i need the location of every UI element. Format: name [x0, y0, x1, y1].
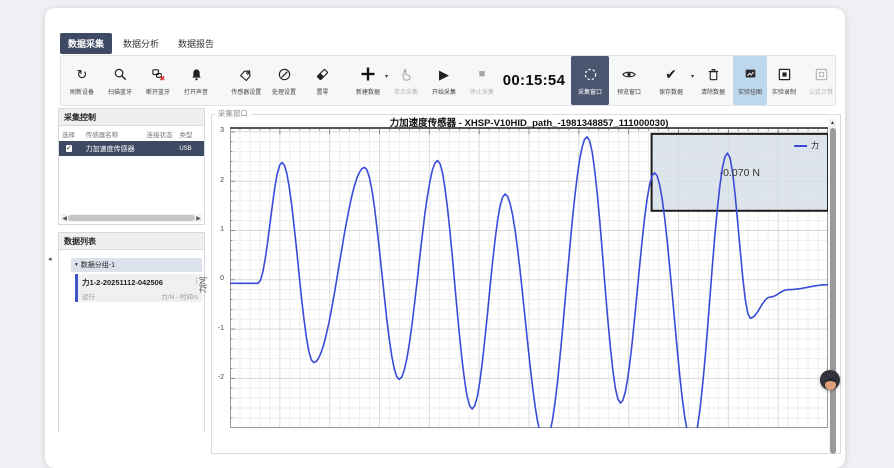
y-tick-label: -2	[218, 374, 224, 381]
data-group-label: 数据分组-1	[81, 260, 115, 270]
tab-data-report[interactable]: 数据报告	[170, 33, 222, 54]
chart-vertical-scrollbar[interactable]: ▲	[829, 119, 836, 454]
data-list-panel: 数据列表 ▾ 数据分组-1 力1-2-20251112-042506 ⋮ 运行 …	[58, 232, 205, 432]
chart-plot-area[interactable]: -0.070 N 力	[230, 127, 828, 428]
eraser-icon	[315, 66, 330, 83]
scroll-right-icon[interactable]: ▶	[195, 215, 202, 222]
bluetooth-disconnect-icon	[151, 66, 166, 83]
sound-button[interactable]: 打开声音	[177, 57, 215, 104]
single-point-button[interactable]: 单点采集	[387, 57, 425, 104]
picture-flag-icon	[743, 66, 758, 83]
col-sensor-name: 传感器名称	[86, 129, 140, 139]
toolbar: ↻ 刷新设备 扫描蓝牙 断开蓝牙 打开声音 传感器设置	[60, 55, 836, 106]
y-tick-label: 0	[220, 275, 224, 282]
dashed-circle-icon	[583, 66, 598, 83]
experiment-record-button[interactable]: 实验录制	[767, 57, 801, 104]
save-data-button[interactable]: ✔ ▾ 保存数据	[649, 57, 693, 104]
formula-window-icon	[814, 66, 829, 83]
check-icon: ✔	[665, 66, 677, 83]
y-axis-tick-labels: 3 2 1 0 -1 -2	[211, 127, 227, 428]
new-data-button[interactable]: ▾ 新建数据	[349, 57, 387, 104]
data-list-title: 数据列表	[59, 233, 204, 250]
start-collection-button[interactable]: ▶ 开始采集	[425, 57, 463, 104]
play-icon: ▶	[439, 66, 449, 83]
assistant-avatar-button[interactable]	[820, 370, 840, 390]
app-window: 数据采集 数据分析 数据报告 ↻ 刷新设备 扫描蓝牙 断开蓝牙 打开声音	[45, 8, 845, 468]
annotation-value-text: -0.070 N	[720, 167, 760, 179]
tab-data-collection[interactable]: 数据采集	[60, 33, 112, 54]
scan-bluetooth-button[interactable]: 扫描蓝牙	[101, 57, 139, 104]
legend-series-label: 力	[811, 140, 819, 151]
sensor-checkbox[interactable]: ✓	[66, 145, 72, 152]
record-window-icon	[777, 66, 792, 83]
process-settings-button[interactable]: 处理设置	[265, 57, 303, 104]
y-tick-label: 1	[220, 226, 224, 233]
chart-title: 力加速度传感器 - XHSP-V10HID_path_-1981348857_1…	[230, 115, 828, 129]
chart-legend: 力	[794, 140, 819, 151]
data-item-status: 运行	[82, 291, 95, 301]
eye-icon	[621, 66, 637, 83]
sensor-table-header: 选择 传感器名称 连接状态 类型	[59, 126, 204, 141]
legend-line-swatch	[794, 145, 807, 147]
hand-point-icon	[399, 66, 414, 83]
y-tick-label: -1	[218, 325, 224, 332]
scroll-left-icon[interactable]: ◀	[61, 215, 68, 222]
y-tick-label: 2	[220, 177, 224, 184]
sidebar-collapse-arrow[interactable]: ◂	[48, 255, 52, 263]
stop-collection-button[interactable]: ■ 停止采集	[463, 57, 501, 104]
data-item-axes: 力/N - 时间/s	[161, 291, 198, 301]
collection-control-panel: 采集控制 选择 传感器名称 连接状态 类型 ✓ 力加速度传感器 USB ◀ ▶	[58, 108, 205, 225]
formula-calc-button[interactable]: 公式计算	[801, 57, 841, 104]
col-select: 选择	[62, 129, 86, 139]
disconnect-bluetooth-button[interactable]: 断开蓝牙	[139, 57, 177, 104]
gauge-settings-icon	[277, 66, 292, 83]
sensor-type: USB	[179, 146, 201, 152]
col-type: 类型	[179, 129, 201, 139]
collection-control-title: 采集控制	[59, 109, 204, 126]
refresh-icon: ↻	[77, 66, 88, 83]
item-accent-bar	[75, 274, 78, 302]
preview-window-button[interactable]: 预览窗口	[609, 57, 649, 104]
sensor-settings-button[interactable]: 传感器设置	[227, 57, 265, 104]
horizontal-scrollbar[interactable]: ◀ ▶	[61, 214, 202, 222]
stop-icon: ■	[479, 66, 486, 83]
sensor-table-row[interactable]: ✓ 力加速度传感器 USB	[59, 141, 204, 156]
clear-data-button[interactable]: 清除数据	[693, 57, 733, 104]
tab-data-analysis[interactable]: 数据分析	[115, 33, 167, 54]
bell-icon	[189, 66, 204, 83]
sensor-settings-icon	[239, 66, 254, 83]
scrollbar-thumb[interactable]	[68, 215, 195, 221]
zero-tare-button[interactable]: 置零	[303, 57, 341, 104]
trash-icon	[706, 66, 721, 83]
scroll-up-icon[interactable]: ▲	[829, 119, 836, 127]
avatar-face-icon	[825, 378, 836, 390]
data-group-header[interactable]: ▾ 数据分组-1	[71, 258, 202, 272]
refresh-device-button[interactable]: ↻ 刷新设备	[63, 57, 101, 104]
experiment-chart-button[interactable]: 实验挂图	[733, 56, 767, 105]
vscrollbar-thumb[interactable]	[830, 128, 836, 454]
waveform-chart-svg: -0.070 N	[230, 127, 828, 428]
data-list-item[interactable]: 力1-2-20251112-042506 ⋮ 运行 力/N - 时间/s	[75, 274, 202, 302]
y-axis-label: 力[N]	[198, 277, 208, 293]
col-connect-status: 连接状态	[140, 129, 179, 139]
data-item-title: 力1-2-20251112-042506	[82, 277, 198, 288]
plus-icon	[360, 66, 376, 83]
main-tabs: 数据采集 数据分析 数据报告	[60, 33, 222, 54]
sensor-name: 力加速度传感器	[86, 144, 140, 154]
collection-timer: 00:15:54	[501, 72, 567, 89]
search-icon	[113, 66, 128, 83]
y-tick-label: 3	[220, 127, 224, 134]
collect-window-button[interactable]: 采集窗口	[571, 56, 609, 105]
collapse-triangle-icon[interactable]: ▾	[75, 262, 78, 268]
